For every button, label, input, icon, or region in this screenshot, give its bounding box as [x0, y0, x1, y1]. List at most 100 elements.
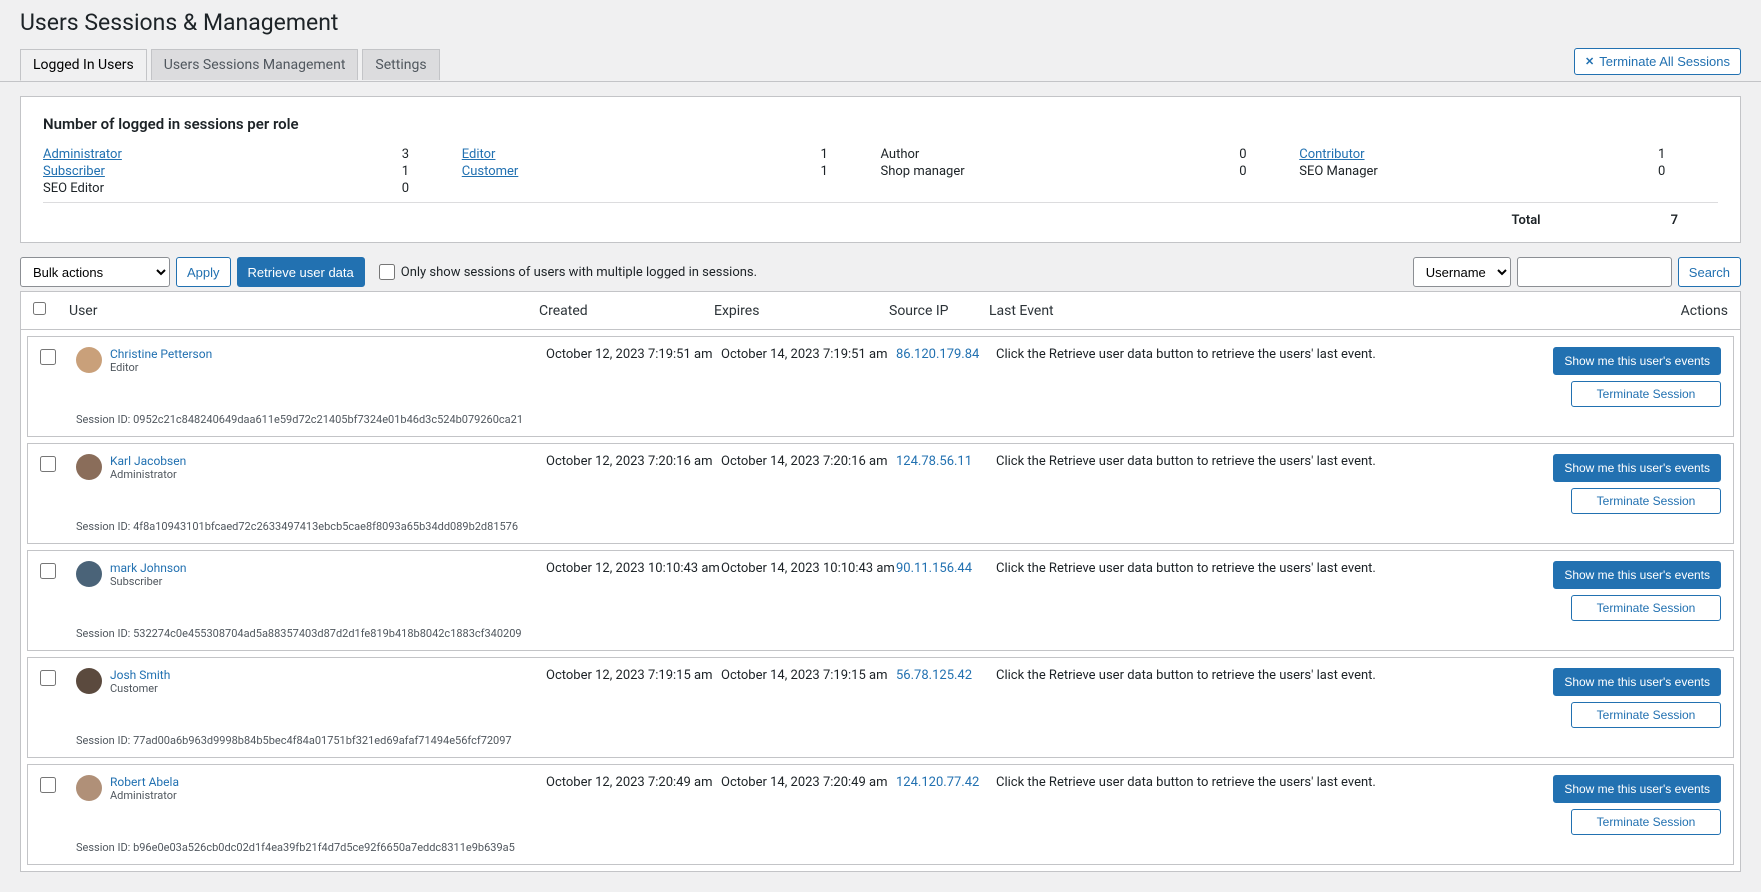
- role-count: 0: [1239, 164, 1299, 179]
- search-button[interactable]: Search: [1678, 257, 1741, 287]
- session-source-ip[interactable]: 86.120.179.84: [896, 347, 996, 362]
- row-select-checkbox[interactable]: [40, 777, 56, 793]
- session-source-ip[interactable]: 124.120.77.42: [896, 775, 996, 790]
- role-count: 0: [402, 181, 462, 196]
- roles-summary-title: Number of logged in sessions per role: [43, 115, 1718, 133]
- col-header-actions: Actions: [1568, 303, 1728, 319]
- session-row: Karl Jacobsen Administrator October 12, …: [27, 443, 1734, 544]
- role-count: 1: [821, 147, 881, 162]
- avatar: [76, 454, 102, 480]
- session-expires: October 14, 2023 10:10:43 am: [721, 561, 896, 576]
- search-input[interactable]: [1517, 257, 1672, 287]
- user-name-link[interactable]: Josh Smith: [110, 668, 170, 682]
- total-value: 7: [1671, 213, 1678, 228]
- avatar: [76, 347, 102, 373]
- session-id-label: Session ID: b96e0e03a526cb0dc02d1f4ea39f…: [28, 837, 1733, 864]
- role-count: 0: [1239, 147, 1299, 162]
- col-header-last-event[interactable]: Last Event: [989, 303, 1568, 319]
- user-name-link[interactable]: mark Johnson: [110, 561, 187, 575]
- row-select-checkbox[interactable]: [40, 456, 56, 472]
- session-expires: October 14, 2023 7:19:51 am: [721, 347, 896, 362]
- apply-button[interactable]: Apply: [176, 257, 231, 287]
- role-count: 1: [402, 164, 462, 179]
- roles-grid: Administrator3Editor1Author0Contributor1…: [43, 147, 1718, 202]
- role-link-contributor[interactable]: Contributor: [1299, 147, 1658, 162]
- session-last-event: Click the Retrieve user data button to r…: [996, 775, 1553, 790]
- row-select-checkbox[interactable]: [40, 563, 56, 579]
- user-name-link[interactable]: Christine Petterson: [110, 347, 212, 361]
- role-count: 1: [1658, 147, 1718, 162]
- terminate-session-button[interactable]: Terminate Session: [1571, 488, 1721, 514]
- col-header-created[interactable]: Created: [539, 303, 714, 319]
- tab-users-sessions-management[interactable]: Users Sessions Management: [151, 49, 359, 80]
- close-icon: ✕: [1585, 55, 1594, 68]
- total-label: Total: [1511, 213, 1540, 228]
- terminate-all-sessions-button[interactable]: ✕ Terminate All Sessions: [1574, 48, 1741, 75]
- toolbar: Bulk actions Apply Retrieve user data On…: [20, 257, 1741, 287]
- col-header-source-ip[interactable]: Source IP: [889, 303, 989, 319]
- session-source-ip[interactable]: 56.78.125.42: [896, 668, 996, 683]
- user-role-label: Customer: [110, 682, 170, 695]
- session-row: Christine Petterson Editor October 12, 2…: [27, 336, 1734, 437]
- filter-multiple-sessions-label[interactable]: Only show sessions of users with multipl…: [379, 264, 757, 280]
- role-link-subscriber[interactable]: Subscriber: [43, 164, 402, 179]
- filter-multiple-sessions-text: Only show sessions of users with multipl…: [401, 265, 757, 280]
- role-link-customer[interactable]: Customer: [462, 164, 821, 179]
- terminate-session-button[interactable]: Terminate Session: [1571, 702, 1721, 728]
- col-header-expires[interactable]: Expires: [714, 303, 889, 319]
- session-source-ip[interactable]: 124.78.56.11: [896, 454, 996, 469]
- session-id-label: Session ID: 0952c21c848240649daa611e59d7…: [28, 409, 1733, 436]
- search-by-select[interactable]: Username: [1413, 257, 1511, 287]
- roles-total-row: Total 7: [43, 202, 1718, 228]
- bulk-actions-select[interactable]: Bulk actions: [20, 257, 170, 287]
- filter-multiple-sessions-checkbox[interactable]: [379, 264, 395, 280]
- page-title: Users Sessions & Management: [0, 0, 1761, 48]
- show-user-events-button[interactable]: Show me this user's events: [1553, 561, 1721, 589]
- show-user-events-button[interactable]: Show me this user's events: [1553, 347, 1721, 375]
- user-name-link[interactable]: Robert Abela: [110, 775, 179, 789]
- row-select-checkbox[interactable]: [40, 670, 56, 686]
- table-header: User Created Expires Source IP Last Even…: [21, 292, 1740, 330]
- select-all-checkbox[interactable]: [33, 302, 46, 315]
- role-link-editor[interactable]: Editor: [462, 147, 821, 162]
- user-role-label: Editor: [110, 361, 212, 374]
- role-count: 0: [1658, 164, 1718, 179]
- roles-summary-box: Number of logged in sessions per role Ad…: [20, 96, 1741, 243]
- session-last-event: Click the Retrieve user data button to r…: [996, 454, 1553, 469]
- user-name-link[interactable]: Karl Jacobsen: [110, 454, 186, 468]
- avatar: [76, 668, 102, 694]
- retrieve-user-data-button[interactable]: Retrieve user data: [237, 257, 365, 287]
- sessions-table: User Created Expires Source IP Last Even…: [20, 291, 1741, 872]
- session-id-label: Session ID: 532274c0e455308704ad5a883574…: [28, 623, 1733, 650]
- tabs: Logged In Users Users Sessions Managemen…: [20, 49, 444, 80]
- session-created: October 12, 2023 7:20:16 am: [546, 454, 721, 469]
- session-row: mark Johnson Subscriber October 12, 2023…: [27, 550, 1734, 651]
- avatar: [76, 775, 102, 801]
- terminate-all-label: Terminate All Sessions: [1599, 54, 1730, 69]
- show-user-events-button[interactable]: Show me this user's events: [1553, 454, 1721, 482]
- session-row: Josh Smith Customer October 12, 2023 7:1…: [27, 657, 1734, 758]
- user-role-label: Administrator: [110, 468, 186, 481]
- session-expires: October 14, 2023 7:19:15 am: [721, 668, 896, 683]
- user-role-label: Subscriber: [110, 575, 187, 588]
- tab-settings[interactable]: Settings: [362, 49, 439, 80]
- session-created: October 12, 2023 10:10:43 am: [546, 561, 721, 576]
- session-created: October 12, 2023 7:20:49 am: [546, 775, 721, 790]
- session-source-ip[interactable]: 90.11.156.44: [896, 561, 996, 576]
- role-link-seo-manager: SEO Manager: [1299, 164, 1658, 179]
- tab-logged-in-users[interactable]: Logged In Users: [20, 49, 147, 81]
- session-created: October 12, 2023 7:19:15 am: [546, 668, 721, 683]
- role-count: 3: [402, 147, 462, 162]
- session-created: October 12, 2023 7:19:51 am: [546, 347, 721, 362]
- show-user-events-button[interactable]: Show me this user's events: [1553, 668, 1721, 696]
- role-link-author: Author: [881, 147, 1240, 162]
- terminate-session-button[interactable]: Terminate Session: [1571, 381, 1721, 407]
- show-user-events-button[interactable]: Show me this user's events: [1553, 775, 1721, 803]
- role-link-administrator[interactable]: Administrator: [43, 147, 402, 162]
- avatar: [76, 561, 102, 587]
- col-header-user[interactable]: User: [69, 303, 539, 319]
- terminate-session-button[interactable]: Terminate Session: [1571, 595, 1721, 621]
- row-select-checkbox[interactable]: [40, 349, 56, 365]
- terminate-session-button[interactable]: Terminate Session: [1571, 809, 1721, 835]
- session-last-event: Click the Retrieve user data button to r…: [996, 347, 1553, 362]
